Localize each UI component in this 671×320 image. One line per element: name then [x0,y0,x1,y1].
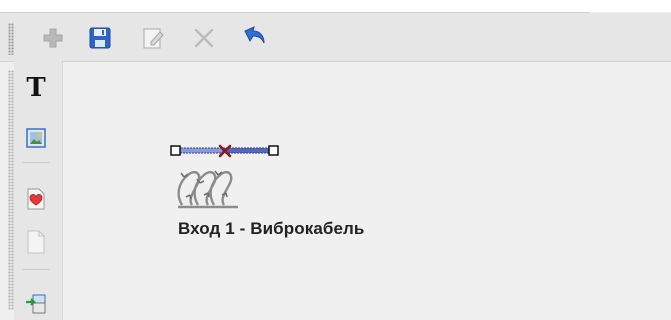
toolbar-grip[interactable] [8,23,14,55]
element-label: Вход 1 - Виброкабель [178,219,365,238]
save-button[interactable] [85,23,115,53]
undo-icon [244,26,265,44]
side-separator [22,269,50,270]
side-toolbar-grip[interactable] [8,70,14,310]
image-tool-button[interactable] [20,122,52,154]
barbed-wire-icon [170,144,279,209]
close-icon [194,28,214,48]
text-tool-icon: T [26,73,46,103]
plus-icon [43,28,63,48]
transfer-icon [26,294,46,314]
blank-document-icon [27,230,45,254]
heart-document-button[interactable] [20,183,52,215]
blank-document-button[interactable] [20,226,52,258]
undo-button[interactable] [240,23,270,53]
text-tool-button[interactable]: T [20,72,52,104]
side-separator [22,162,50,163]
delete-button[interactable] [189,23,219,53]
design-canvas[interactable] [63,62,671,320]
heart-document-icon [27,188,45,210]
canvas-element-vibrocable[interactable] [170,143,282,218]
edit-button[interactable] [138,23,168,53]
edit-icon [143,28,164,49]
save-icon [89,27,111,49]
main-toolbar [0,13,671,62]
add-button[interactable] [38,23,68,53]
image-tool-icon [26,128,46,148]
transfer-button[interactable] [20,288,52,320]
